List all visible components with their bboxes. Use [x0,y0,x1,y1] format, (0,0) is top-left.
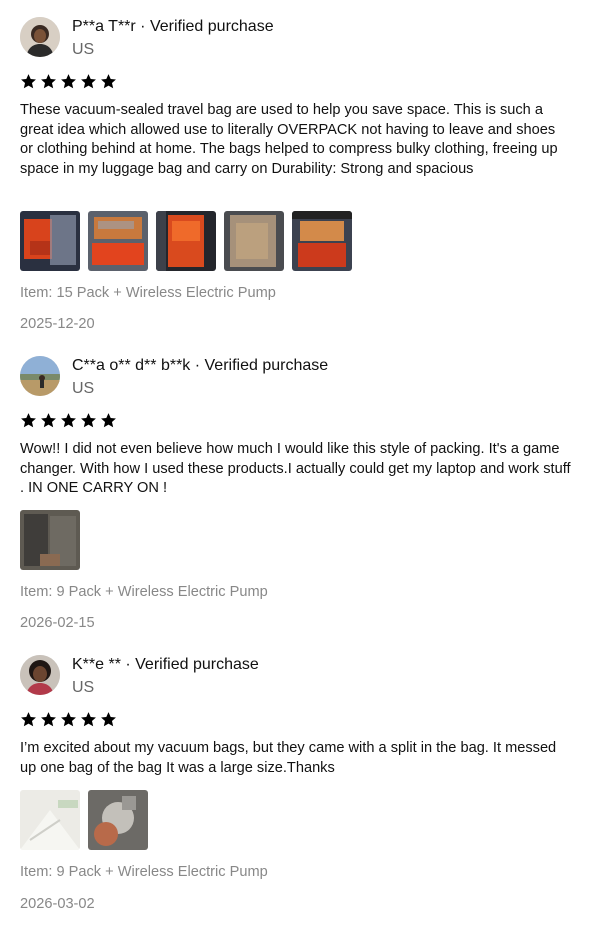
review-photo[interactable] [20,510,80,570]
review-photo[interactable] [292,211,352,271]
review-photos [20,510,80,570]
reviewer-line: C**a o** d** b**k · Verified purchase [72,356,328,376]
star-rating [20,711,117,729]
verified-label: Verified purchase [135,656,259,673]
star-icon [101,74,116,89]
item-variant: Item: 9 Pack + Wireless Electric Pump [20,864,268,880]
reviewer-name: P**a T**r [72,18,136,35]
review-text: I’m excited about my vacuum bags, but th… [20,740,557,776]
review-photo[interactable] [224,211,284,271]
item-variant: Item: 9 Pack + Wireless Electric Pump [20,584,268,600]
star-icon [81,74,96,89]
separator: · [190,357,205,374]
star-icon [21,413,36,428]
star-icon [81,712,96,727]
star-icon [41,74,56,89]
star-icon [21,712,36,727]
reviewer-line: P**a T**r · Verified purchase [72,17,274,37]
review-date: 2026-03-02 [20,896,95,912]
review-photo[interactable] [20,211,80,271]
review-card: C**a o** d** b**k · Verified purchase US… [20,356,575,631]
reviewer-name: C**a o** d** b**k [72,357,191,374]
review-photos [20,790,148,850]
review-card: P**a T**r · Verified purchase US These v… [20,17,575,332]
star-icon [61,413,76,428]
separator: · [120,656,136,673]
star-icon [101,413,116,428]
review-header: C**a o** d** b**k · Verified purchase US [20,356,575,404]
review-card: K**e ** · Verified purchase US I’m excit… [20,655,575,912]
reviewer-country: US [72,679,95,696]
review-photo[interactable] [88,211,148,271]
star-icon [81,413,96,428]
reviewer-name: K**e ** [72,656,121,673]
reviewer-line: K**e ** · Verified purchase [72,655,259,675]
star-rating [20,73,117,91]
reviewer-country: US [72,380,95,397]
star-icon [21,74,36,89]
star-icon [61,74,76,89]
review-date: 2026-02-15 [20,615,95,631]
avatar[interactable] [20,655,60,695]
review-text: These vacuum-sealed travel bag are used … [20,102,558,177]
review-photo[interactable] [88,790,148,850]
star-icon [61,712,76,727]
star-icon [41,712,56,727]
review-photos [20,211,352,271]
review-photo[interactable] [20,790,80,850]
avatar[interactable] [20,356,60,396]
reviewer-country: US [72,41,95,58]
verified-label: Verified purchase [204,357,329,374]
review-header: P**a T**r · Verified purchase US [20,17,575,65]
item-variant: Item: 15 Pack + Wireless Electric Pump [20,285,276,301]
separator: · [135,18,150,35]
review-header: K**e ** · Verified purchase US [20,655,575,703]
star-rating [20,412,117,430]
star-icon [101,712,116,727]
review-photo[interactable] [156,211,216,271]
verified-label: Verified purchase [149,18,274,35]
review-text: Wow!! I did not even believe how much I … [20,441,571,496]
star-icon [41,413,56,428]
avatar[interactable] [20,17,60,57]
review-date: 2025-12-20 [20,316,95,332]
